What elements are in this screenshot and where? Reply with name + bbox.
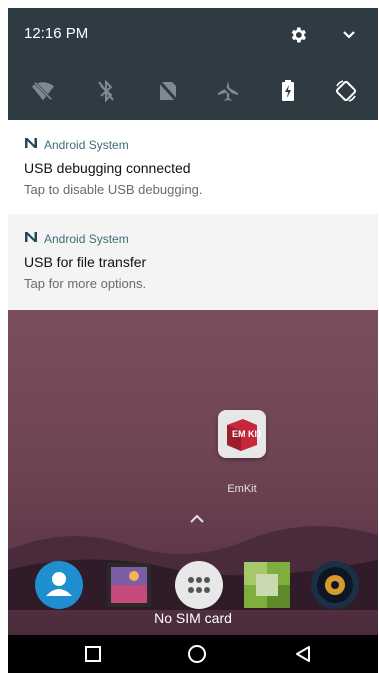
gear-icon[interactable] <box>287 24 309 46</box>
notification-shade-header: 12:16 PM <box>8 8 378 120</box>
game-icon[interactable] <box>242 560 292 610</box>
emkit-logo-text: EM KIT <box>232 429 261 439</box>
battery-charging-icon[interactable] <box>276 79 300 103</box>
gallery-icon[interactable] <box>104 560 154 610</box>
notification-app-row: Android System <box>24 136 129 154</box>
music-icon[interactable] <box>310 560 360 610</box>
no-sim-card-label: No SIM card <box>154 610 232 626</box>
contacts-icon[interactable] <box>34 560 84 610</box>
navigation-bar <box>8 635 378 673</box>
notification-usb-debugging[interactable]: Android System USB debugging connected T… <box>8 120 378 215</box>
emkit-app-icon[interactable]: EM KIT <box>218 410 266 458</box>
chevron-down-icon[interactable] <box>338 24 360 46</box>
notification-text: Tap to disable USB debugging. <box>24 182 203 197</box>
airplane-mode-icon[interactable] <box>216 79 240 103</box>
notification-app-name: Android System <box>44 138 129 152</box>
notification-usb-file-transfer[interactable]: Android System USB for file transfer Tap… <box>8 214 378 310</box>
home-icon[interactable] <box>186 643 208 665</box>
recents-icon[interactable] <box>82 643 104 665</box>
emkit-app-label: EmKit <box>227 483 257 495</box>
chevron-up-icon[interactable] <box>188 513 206 525</box>
clock: 12:16 PM <box>24 25 89 42</box>
notification-text: Tap for more options. <box>24 276 147 291</box>
quick-settings-row <box>8 71 378 111</box>
notification-app-row: Android System <box>24 230 129 248</box>
home-screen: EM KIT EmKit No SIM card <box>8 310 378 673</box>
android-system-icon <box>24 136 38 154</box>
auto-rotate-icon[interactable] <box>334 79 358 103</box>
android-system-icon <box>24 230 38 248</box>
no-sim-icon[interactable] <box>156 79 180 103</box>
notification-title: USB debugging connected <box>24 160 191 176</box>
phone-screen: 12:16 PM Android System USB debugging co… <box>8 8 378 673</box>
notification-app-name: Android System <box>44 232 129 246</box>
wifi-off-icon[interactable] <box>31 79 55 103</box>
back-icon[interactable] <box>292 643 314 665</box>
app-drawer-icon[interactable] <box>174 560 224 610</box>
bluetooth-off-icon[interactable] <box>94 79 118 103</box>
notification-title: USB for file transfer <box>24 254 147 270</box>
